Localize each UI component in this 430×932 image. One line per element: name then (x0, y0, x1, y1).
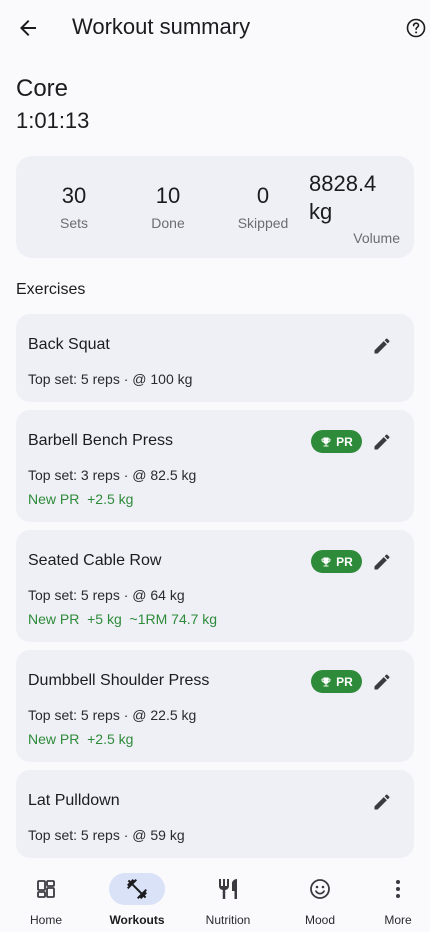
nav-item-nutrition[interactable]: Nutrition (188, 860, 268, 932)
stats-card: 30 Sets 10 Done 0 Skipped 8828.4 kg Volu… (16, 156, 414, 258)
exercise-card[interactable]: Seated Cable Row PR Top set: 5 reps · @ … (16, 530, 414, 642)
dashboard-icon (34, 877, 58, 901)
exercise-top-set: Top set: 3 reps · @ 82.5 kg (28, 467, 197, 483)
exercise-name: Back Squat (28, 336, 110, 353)
exercise-top-set: Top set: 5 reps · @ 59 kg (28, 827, 185, 843)
workout-name: Core (16, 75, 69, 102)
pencil-icon[interactable] (372, 792, 392, 812)
exercise-top-set: Top set: 5 reps · @ 64 kg (28, 587, 185, 603)
exercise-top-set: Top set: 5 reps · @ 22.5 kg (28, 707, 197, 723)
nav-item-label: More (384, 913, 412, 927)
pr-badge: PR (311, 430, 362, 453)
exercise-card[interactable]: Back Squat Top set: 5 reps · @ 100 kg (16, 314, 414, 402)
exercise-name: Lat Pulldown (28, 792, 120, 809)
exercise-card[interactable]: Dumbbell Shoulder Press PR Top set: 5 re… (16, 650, 414, 762)
exercise-top-set: Top set: 5 reps · @ 100 kg (28, 371, 193, 387)
nav-item-label: Nutrition (205, 913, 251, 927)
pr-badge: PR (311, 670, 362, 693)
pencil-icon[interactable] (372, 672, 392, 692)
nav-item-label: Workouts (109, 913, 165, 927)
stat-done-label: Done (151, 215, 185, 231)
stat-sets: 30 Sets (44, 183, 104, 231)
exercise-new-pr: New PR +2.5 kg (28, 491, 134, 507)
bottom-nav: Home Workouts Nutrition Mood More (0, 860, 430, 932)
smiley-icon (308, 877, 332, 901)
fork-knife-icon (216, 877, 240, 901)
arrow-left-icon[interactable] (16, 16, 40, 40)
stat-volume-unit: kg (309, 199, 333, 224)
exercise-name: Barbell Bench Press (28, 432, 173, 449)
stat-skipped: 0 Skipped (230, 183, 296, 231)
exercise-new-pr: New PR +5 kg ~1RM 74.7 kg (28, 611, 218, 627)
stat-sets-label: Sets (59, 215, 88, 231)
pr-badge-label: PR (336, 674, 353, 689)
more-vertical-icon (386, 877, 410, 901)
help-circle-icon[interactable] (404, 16, 428, 40)
stat-volume-label: Volume (353, 230, 400, 246)
stat-skipped-value: 0 (256, 183, 270, 208)
exercise-card[interactable]: Lat Pulldown Top set: 5 reps · @ 59 kg (16, 770, 414, 858)
pr-badge-label: PR (336, 554, 353, 569)
trophy-icon (321, 437, 331, 446)
exercise-new-pr: New PR +2.5 kg (28, 731, 134, 747)
exercise-name: Seated Cable Row (28, 552, 162, 569)
nav-item-home[interactable]: Home (6, 860, 86, 932)
nav-item-label: Home (29, 913, 62, 927)
stat-done-value: 10 (155, 183, 181, 208)
pr-badge: PR (311, 550, 362, 573)
stat-done: 10 Done (138, 183, 198, 231)
nav-item-mood[interactable]: Mood (280, 860, 360, 932)
page-title: Workout summary (72, 14, 251, 39)
app-bar: Workout summary (0, 0, 430, 56)
stat-volume-value: 8828.4 (309, 171, 377, 196)
nav-item-more[interactable]: More (358, 860, 430, 932)
stat-volume: 8828.4 kg Volume (308, 170, 404, 246)
nav-item-workouts[interactable]: Workouts (97, 860, 177, 932)
exercises-heading: Exercises (16, 281, 86, 298)
workout-duration: 1:01:13 (16, 108, 90, 133)
exercise-name: Dumbbell Shoulder Press (28, 672, 210, 689)
pencil-icon[interactable] (372, 552, 392, 572)
pr-badge-label: PR (336, 434, 353, 449)
stat-skipped-label: Skipped (237, 215, 289, 231)
trophy-icon (321, 677, 331, 686)
stat-sets-value: 30 (61, 183, 87, 208)
trophy-icon (321, 557, 331, 566)
pencil-icon[interactable] (372, 336, 392, 356)
pencil-icon[interactable] (372, 432, 392, 452)
dumbbell-icon (125, 877, 149, 901)
exercise-card[interactable]: Barbell Bench Press PR Top set: 3 reps ·… (16, 410, 414, 522)
nav-item-label: Mood (304, 913, 336, 927)
